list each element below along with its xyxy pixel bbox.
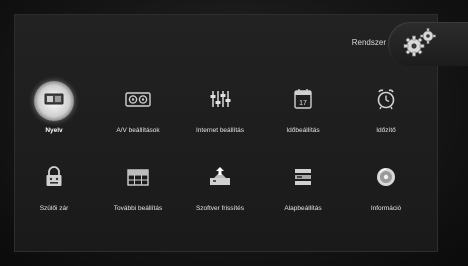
menu-item-label: Nyelv — [45, 127, 63, 134]
information-icon — [377, 168, 395, 186]
menu-item-label: Információ — [370, 205, 402, 212]
gear-icon — [403, 28, 436, 57]
menu-item-label: Internet beállítás — [195, 127, 245, 134]
menu-item-more-settings[interactable]: További beállítás — [104, 160, 172, 220]
menu-title: Rendszer — [351, 38, 386, 47]
parental-lock-icon — [46, 166, 62, 186]
internet-settings-icon — [210, 91, 231, 107]
menu-item-time-settings[interactable]: 17 Időbeállítás — [269, 82, 337, 142]
menu-item-label: A/V beállítások — [116, 127, 160, 134]
av-settings-icon — [125, 92, 151, 107]
menu-item-internet-settings[interactable]: Internet beállítás — [186, 82, 254, 142]
settings-grid: Nyelv A/V beállítások Internet beállítás… — [20, 81, 420, 222]
alarm-clock-icon — [377, 89, 395, 110]
calendar-icon: 17 — [294, 89, 312, 109]
more-settings-icon — [127, 169, 149, 186]
menu-item-factory-default[interactable]: Alapbeállítás — [269, 160, 337, 220]
menu-item-parental-lock[interactable]: Szülői zár — [20, 160, 88, 220]
menu-item-label: Időbeállítás — [286, 127, 320, 134]
menu-item-label: További beállítás — [113, 205, 163, 212]
menu-item-av-settings[interactable]: A/V beállítások — [104, 82, 172, 142]
menu-item-software-update[interactable]: Szoftver frissítés — [186, 160, 254, 220]
menu-item-label: Időzítő — [376, 127, 396, 134]
factory-default-icon — [295, 169, 311, 185]
menu-item-timer[interactable]: Időzítő — [352, 82, 420, 142]
software-update-icon — [210, 167, 230, 185]
menu-item-label: Szülői zár — [39, 205, 69, 212]
tv-menu-screen: Rendszer Nyelv A/V beállítások Internet … — [0, 0, 468, 266]
menu-item-information[interactable]: Információ — [352, 160, 420, 220]
menu-item-language[interactable]: Nyelv — [20, 81, 88, 142]
language-icon — [44, 93, 64, 105]
calendar-day: 17 — [299, 100, 307, 107]
menu-item-label: Szoftver frissítés — [195, 205, 245, 212]
menu-item-label: Alapbeállítás — [284, 205, 322, 212]
